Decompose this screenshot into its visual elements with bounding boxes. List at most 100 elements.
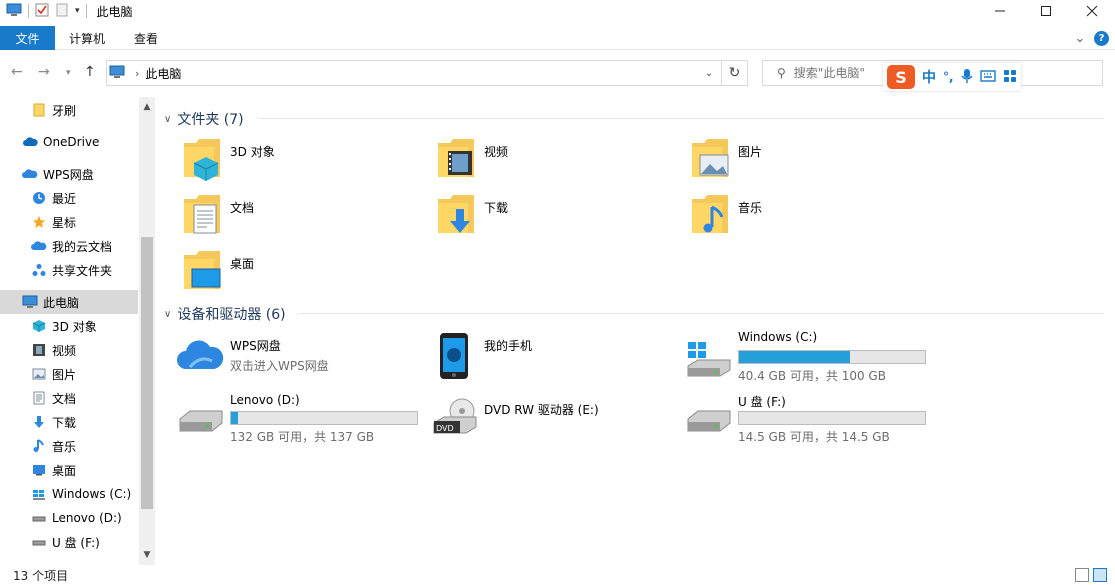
sogou-logo-icon[interactable]: S (887, 65, 915, 89)
details-view-icon[interactable] (1075, 568, 1089, 582)
device-usb-f[interactable]: U 盘 (F:) 14.5 GB 可用，共 14.5 GB (666, 393, 926, 447)
sidebar-item-usb-f[interactable]: U 盘 (F:) (0, 530, 138, 554)
folder-documents[interactable]: 文档 (158, 193, 388, 241)
tab-view[interactable]: 查看 (120, 26, 172, 50)
toolbox-icon[interactable] (1003, 69, 1017, 86)
keyboard-icon[interactable] (979, 69, 996, 85)
device-my-phone[interactable]: 我的手机 (412, 333, 662, 391)
content-pane: ∨ 文件夹 (7) 3D 对象 视频 图片 文档 下载 音乐 桌面 ∨ 设备和驱… (158, 97, 1115, 565)
refresh-button[interactable]: ↻ (721, 61, 747, 85)
clock-icon (31, 190, 47, 206)
sidebar-item-cloud-docs[interactable]: 我的云文档 (0, 234, 138, 258)
folder-name: 音乐 (738, 201, 763, 215)
sidebar-item-lenovo-d[interactable]: Lenovo (D:) (0, 506, 138, 530)
sidebar-item-3d-objects[interactable]: 3D 对象 (0, 314, 138, 338)
folder-music[interactable]: 音乐 (666, 193, 896, 241)
tab-computer[interactable]: 计算机 (58, 26, 116, 50)
windows-drive-icon (686, 340, 732, 383)
sidebar-item-label: 音乐 (52, 439, 77, 454)
device-name: U 盘 (F:) (738, 395, 786, 409)
new-folder-icon[interactable] (55, 3, 69, 20)
folder-pictures[interactable]: 图片 (666, 137, 896, 185)
expand-ribbon-icon[interactable]: ⌄ (1071, 29, 1089, 47)
scroll-down-icon[interactable]: ▼ (139, 547, 155, 563)
sidebar-item-videos[interactable]: 视频 (0, 338, 138, 362)
address-dropdown-icon[interactable]: ⌄ (699, 61, 719, 85)
device-name: WPS网盘 (230, 339, 281, 353)
sidebar-item-music[interactable]: 音乐 (0, 434, 138, 458)
properties-icon[interactable] (35, 3, 49, 20)
download-icon (31, 414, 47, 430)
device-lenovo-d[interactable]: Lenovo (D:) 132 GB 可用，共 137 GB (158, 393, 418, 447)
address-bar[interactable]: › 此电脑 ⌄ ↻ (106, 60, 748, 86)
scroll-up-icon[interactable]: ▲ (139, 99, 155, 115)
sidebar-item-recent[interactable]: 最近 (0, 186, 138, 210)
device-windows-c[interactable]: Windows (C:) 40.4 GB 可用，共 100 GB (666, 330, 926, 386)
svg-text:DVD: DVD (436, 424, 454, 433)
folders-group-header[interactable]: ∨ 文件夹 (7) (164, 109, 1104, 129)
sidebar-item-onedrive[interactable]: OneDrive (0, 130, 138, 154)
sidebar-item-documents[interactable]: 文档 (0, 386, 138, 410)
sidebar-item-shared-folder[interactable]: 共享文件夹 (0, 258, 138, 282)
sidebar-item-label: 3D 对象 (52, 319, 97, 334)
sidebar-item-starred[interactable]: 星标 (0, 210, 138, 234)
up-arrow-icon[interactable]: ↑ (84, 64, 96, 80)
sidebar-item-desktop[interactable]: 桌面 (0, 458, 138, 482)
sidebar-item-label: Lenovo (D:) (52, 511, 122, 525)
collapse-chevron-icon[interactable]: ∨ (164, 114, 171, 125)
capacity-bar (738, 411, 926, 425)
maximize-button[interactable] (1023, 0, 1069, 22)
capacity-bar-fill (739, 351, 850, 363)
item-count: 13 个项目 (13, 568, 69, 583)
microphone-icon[interactable] (961, 68, 973, 87)
folder-downloads[interactable]: 下载 (412, 193, 642, 241)
devices-group-header[interactable]: ∨ 设备和驱动器 (6) (164, 304, 1104, 324)
scrollbar-thumb[interactable] (141, 237, 153, 509)
ime-mode-label[interactable]: 中 (922, 67, 936, 87)
device-dvd-e[interactable]: DVD DVD RW 驱动器 (E:) (412, 393, 662, 447)
customize-quick-access-icon[interactable]: ▾ (75, 6, 80, 16)
forward-arrow-icon[interactable]: → (38, 64, 50, 80)
capacity-bar (738, 350, 926, 364)
collapse-chevron-icon[interactable]: ∨ (164, 309, 171, 320)
ime-punct-label[interactable]: °, (943, 70, 954, 84)
close-button[interactable] (1069, 0, 1115, 22)
folder-name: 下载 (484, 201, 509, 215)
computer-icon (109, 65, 125, 82)
picture-icon (31, 366, 47, 382)
minimize-button[interactable] (977, 0, 1023, 22)
breadcrumb-item[interactable]: 此电脑 (145, 65, 181, 82)
folder-3d-objects[interactable]: 3D 对象 (158, 137, 388, 185)
device-wps-cloud[interactable]: WPS网盘 双击进入WPS网盘 (158, 337, 408, 391)
folder-name: 视频 (484, 145, 509, 159)
folder-videos[interactable]: 视频 (412, 137, 642, 185)
sidebar-item-downloads[interactable]: 下载 (0, 410, 138, 434)
sidebar-scrollbar[interactable]: ▲ ▼ (139, 97, 155, 565)
sidebar-item-label: 星标 (52, 215, 77, 230)
sidebar-item-windows-c[interactable]: Windows (C:) (0, 482, 138, 506)
ime-toolbar: S 中 °, (883, 63, 1021, 91)
video-folder-icon (436, 137, 476, 184)
film-icon (31, 342, 47, 358)
sidebar-item-label: 此电脑 (43, 295, 80, 310)
group-title: 文件夹 (7) (177, 112, 244, 128)
group-title: 设备和驱动器 (6) (177, 307, 286, 323)
picture-folder-icon (690, 137, 730, 184)
back-arrow-icon[interactable]: ← (11, 64, 23, 80)
tab-file[interactable]: 文件 (0, 26, 55, 50)
help-icon[interactable]: ? (1094, 31, 1109, 46)
sidebar-item-pictures[interactable]: 图片 (0, 362, 138, 386)
folder-desktop[interactable]: 桌面 (158, 249, 388, 297)
breadcrumb-chevron-icon[interactable]: › (135, 67, 139, 80)
drive-icon (31, 534, 47, 550)
desktop-icon (31, 462, 47, 478)
search-icon: ⚲ (777, 66, 786, 80)
recent-locations-icon[interactable]: ▾ (66, 68, 71, 78)
sidebar-item-wps-cloud[interactable]: WPS网盘 (0, 162, 138, 186)
navigation-pane: 牙刷 OneDrive WPS网盘 最近 星标 我的云文档 共享文件夹 此电脑 … (0, 97, 155, 565)
sidebar-item-label: 共享文件夹 (52, 263, 113, 278)
share-icon (31, 262, 47, 278)
large-icons-view-icon[interactable] (1093, 568, 1107, 582)
sidebar-item-toothbrush[interactable]: 牙刷 (0, 98, 138, 122)
sidebar-item-this-pc[interactable]: 此电脑 (0, 290, 138, 314)
